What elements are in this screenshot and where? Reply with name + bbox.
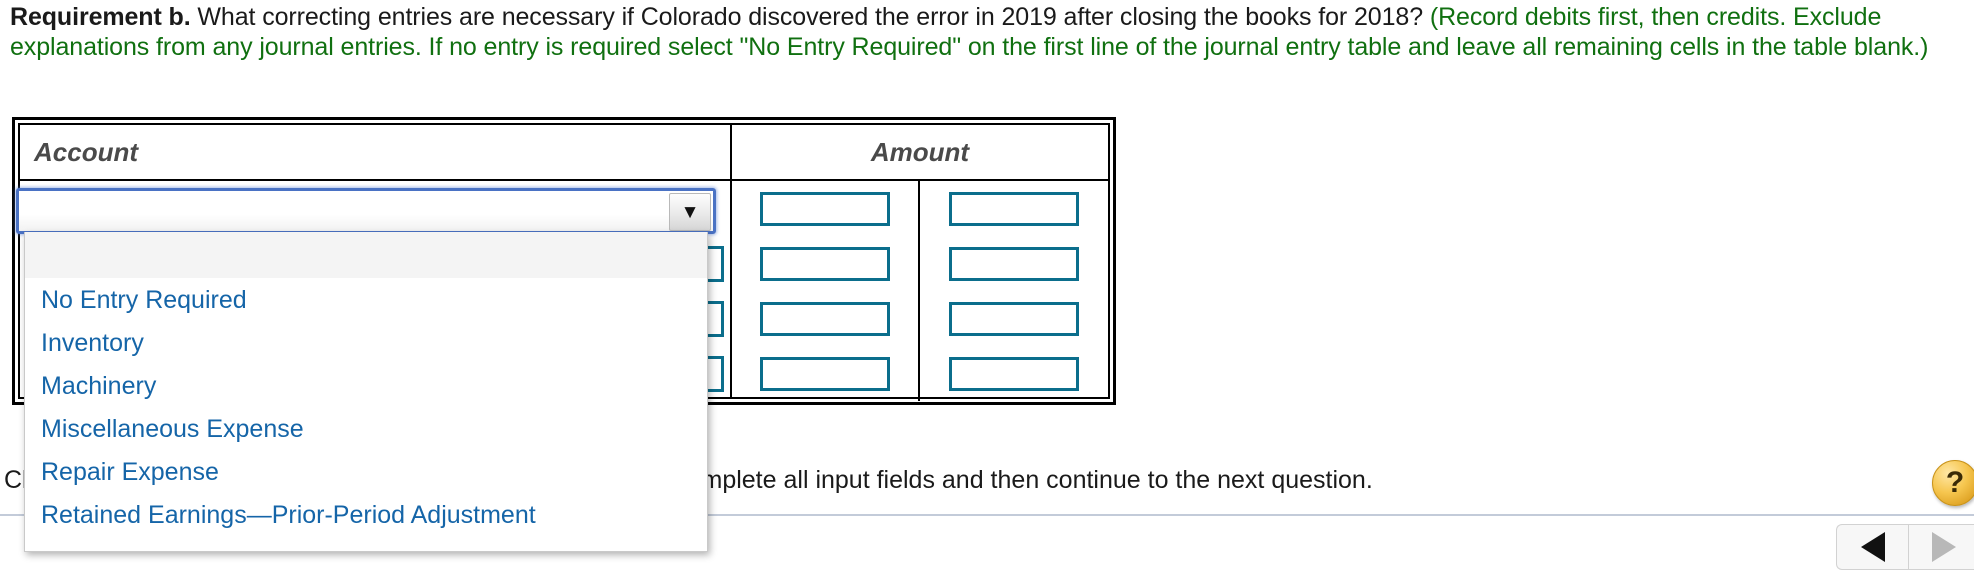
table-row xyxy=(732,181,1108,236)
credit-input-row-1[interactable] xyxy=(949,191,1079,226)
question-prompt: Requirement b. What correcting entries a… xyxy=(10,2,1968,62)
table-row xyxy=(732,236,1108,291)
credit-input-row-2[interactable] xyxy=(949,246,1079,281)
arrow-left-icon xyxy=(1860,532,1885,562)
dropdown-option-inventory[interactable]: Inventory xyxy=(25,322,707,365)
question-text: What correcting entries are necessary if… xyxy=(190,3,1430,31)
credit-cell-row-2 xyxy=(920,236,1108,291)
credit-input-row-4[interactable] xyxy=(949,356,1079,391)
debit-cell-row-4 xyxy=(732,346,920,401)
debit-input-row-3[interactable] xyxy=(760,301,890,336)
debit-cell-row-3 xyxy=(732,291,920,346)
arrow-right-icon xyxy=(1932,532,1956,562)
debit-input-row-1[interactable] xyxy=(760,191,890,226)
navigation-bar xyxy=(1836,524,1974,570)
debit-cell-row-1 xyxy=(732,181,920,236)
chevron-down-icon[interactable]: ▼ xyxy=(669,193,711,231)
credit-cell-row-4 xyxy=(920,346,1108,401)
account-dropdown-list[interactable]: No Entry Required Inventory Machinery Mi… xyxy=(24,232,708,552)
credit-cell-row-3 xyxy=(920,291,1108,346)
column-header-account: Account xyxy=(34,136,138,167)
credit-cell-row-1 xyxy=(920,181,1108,236)
debit-input-row-2[interactable] xyxy=(760,246,890,281)
help-icon[interactable]: ? xyxy=(1932,460,1974,506)
table-row xyxy=(732,346,1108,401)
dropdown-option-no-entry-required[interactable]: No Entry Required xyxy=(25,279,707,322)
account-select[interactable]: ▼ xyxy=(16,188,716,234)
debit-input-row-4[interactable] xyxy=(760,356,890,391)
dropdown-option-blank[interactable] xyxy=(25,232,707,279)
dropdown-option-retained-earnings[interactable]: Retained Earnings—Prior-Period Adjustmen… xyxy=(25,494,707,537)
requirement-label: Requirement b. xyxy=(10,3,191,31)
column-header-amount: Amount xyxy=(870,136,970,167)
previous-question-button[interactable] xyxy=(1836,524,1908,570)
next-question-button[interactable] xyxy=(1908,524,1974,570)
debit-cell-row-2 xyxy=(732,236,920,291)
amount-column xyxy=(732,181,1108,401)
table-row xyxy=(732,291,1108,346)
dropdown-option-miscellaneous-expense[interactable]: Miscellaneous Expense xyxy=(25,408,707,451)
table-header-account-cell: Account xyxy=(20,125,732,179)
table-header-amount-cell: Amount xyxy=(732,125,1108,179)
credit-input-row-3[interactable] xyxy=(949,301,1079,336)
table-header-row: Account Amount xyxy=(20,125,1108,181)
dropdown-option-repair-expense[interactable]: Repair Expense xyxy=(25,451,707,494)
dropdown-option-machinery[interactable]: Machinery xyxy=(25,365,707,408)
account-select-value xyxy=(27,191,665,231)
